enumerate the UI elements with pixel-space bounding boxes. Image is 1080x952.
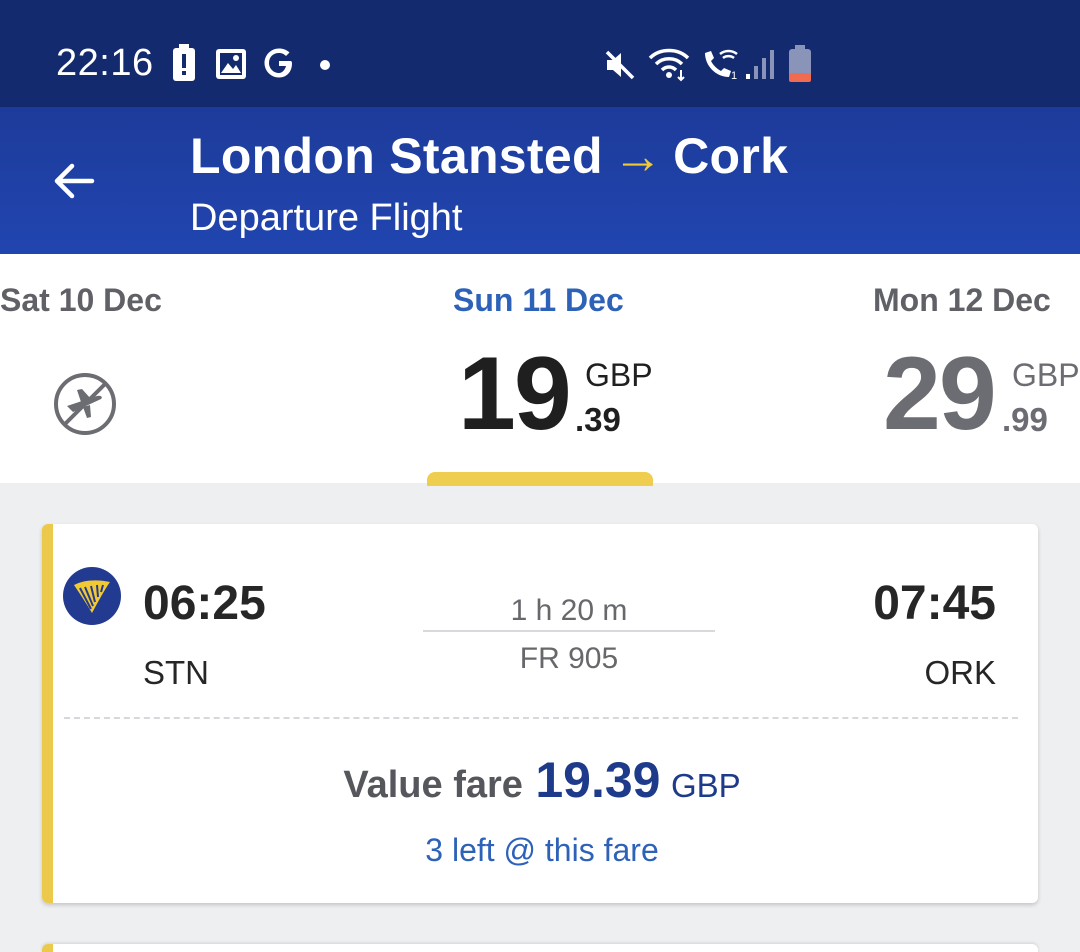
card-divider — [64, 717, 1018, 719]
status-time: 22:16 — [56, 42, 154, 84]
route-line — [423, 630, 715, 632]
flight-card[interactable]: 06:25 STN 1 h 20 m FR 905 07:45 ORK Valu… — [42, 524, 1038, 903]
battery-alert-icon — [173, 44, 195, 81]
wifi-icon — [648, 48, 690, 82]
next-flight-card[interactable] — [42, 944, 1038, 952]
no-flight-icon — [54, 373, 116, 435]
seats-left-notice: 3 left @ this fare — [425, 832, 659, 868]
arrow-left-icon[interactable] — [48, 155, 100, 207]
flight-duration: 1 h 20 m — [510, 594, 628, 627]
ryanair-harp-icon — [63, 567, 121, 625]
arrival-time: 07:45 — [873, 577, 996, 630]
card-accent-stripe — [42, 944, 53, 952]
header-subtitle: Departure Flight — [190, 197, 463, 239]
battery-low-icon — [789, 45, 811, 82]
svg-text:1: 1 — [731, 70, 737, 82]
date-label: Sat 10 Dec — [0, 282, 162, 318]
flight-number: FR 905 — [519, 642, 619, 675]
price-currency: GBP — [585, 357, 653, 393]
date-selector: Sat 10 Dec Sun 11 Dec 19 GBP .39 Mon 12 … — [0, 254, 1080, 486]
price-minor: .39 — [575, 401, 621, 438]
status-bar: 22:16 1 — [0, 0, 1080, 107]
image-icon — [216, 49, 246, 79]
price-currency: GBP — [1012, 357, 1080, 393]
price-major: 19 — [458, 336, 572, 452]
route-title: London Stansted → Cork — [190, 127, 788, 185]
fare-currency: GBP — [670, 767, 741, 804]
fare-label: Value fare — [343, 764, 523, 806]
origin-name: London Stansted — [190, 128, 603, 184]
departure-airport-code: STN — [143, 654, 209, 691]
arrival-airport-code: ORK — [924, 654, 996, 691]
signal-icon — [746, 50, 774, 79]
google-icon — [264, 48, 292, 78]
price-major: 29 — [883, 336, 997, 452]
fare-amount: 19.39 — [535, 752, 661, 808]
wifi-calling-icon: 1 — [705, 49, 738, 82]
app-header: London Stansted → Cork Departure Flight — [0, 107, 1080, 254]
destination-name: Cork — [673, 128, 789, 184]
price-minor: .99 — [1002, 401, 1048, 438]
selected-date-indicator — [427, 472, 653, 486]
date-label: Sun 11 Dec — [453, 282, 624, 318]
route-arrow-icon: → — [612, 128, 664, 184]
mute-icon — [605, 50, 635, 80]
departure-time: 06:25 — [143, 577, 266, 630]
date-label: Mon 12 Dec — [873, 282, 1051, 318]
fare-summary: Value fare 19.39 GBP — [42, 751, 1038, 809]
notification-dot-icon — [320, 60, 330, 70]
